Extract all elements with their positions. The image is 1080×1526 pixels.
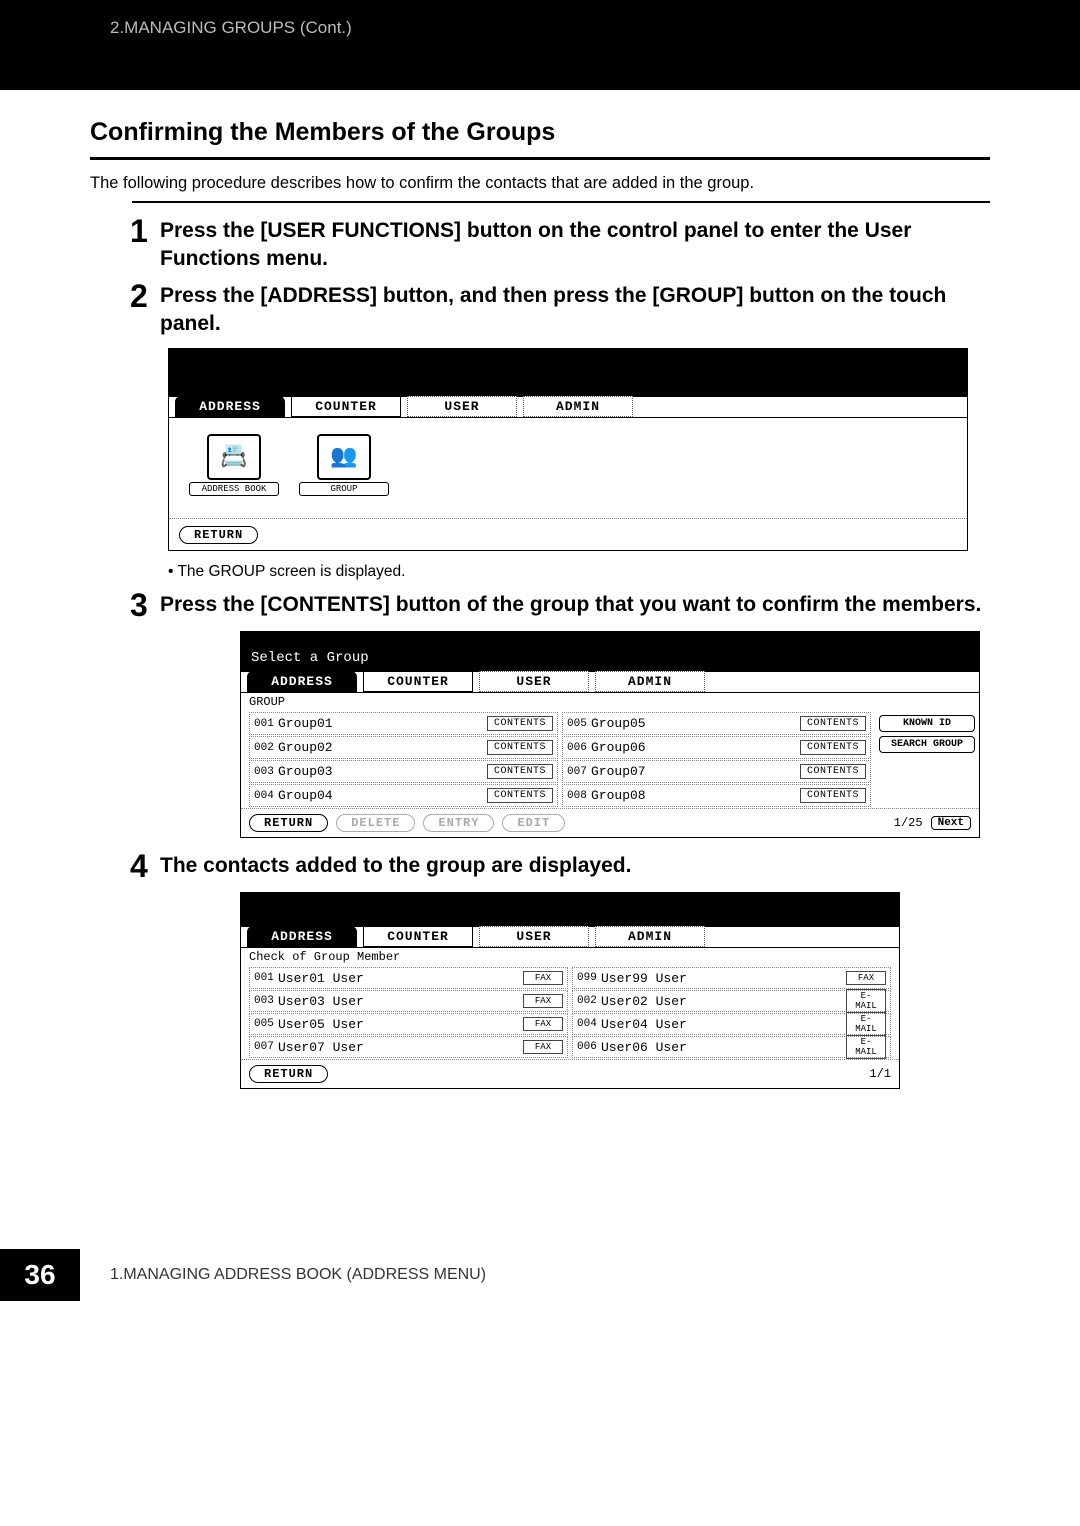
step-number: 2 [130, 280, 160, 339]
member-row: 007User07 UserFAX [249, 1036, 568, 1058]
step-number: 4 [130, 850, 160, 882]
group-row[interactable]: 008Group08CONTENTS [562, 784, 871, 807]
tab-user[interactable]: USER [407, 396, 517, 417]
entry-button[interactable]: ENTRY [423, 814, 494, 832]
screenshot-group-members: ADDRESS COUNTER USER ADMIN Check of Grou… [240, 892, 900, 1089]
tab-bar: ADDRESS COUNTER USER ADMIN [169, 397, 967, 418]
group-row[interactable]: 002Group02CONTENTS [249, 736, 558, 759]
group-row[interactable]: 004Group04CONTENTS [249, 784, 558, 807]
tab-bar: ADDRESS COUNTER USER ADMIN [241, 672, 979, 693]
contents-button[interactable]: CONTENTS [800, 716, 866, 731]
page-indicator: 1/25 [894, 816, 923, 830]
screenshot-select-group: Select a Group ADDRESS COUNTER USER ADMI… [240, 631, 980, 838]
tab-admin[interactable]: ADMIN [595, 926, 705, 947]
intro-text: The following procedure describes how to… [90, 174, 990, 193]
member-row: 002User02 UserE-MAIL [572, 990, 891, 1012]
footer-text: 1.MANAGING ADDRESS BOOK (ADDRESS MENU) [110, 1266, 486, 1284]
group-header-label: GROUP [241, 693, 979, 711]
group-button[interactable]: 👥 GROUP [299, 434, 389, 502]
step-2-note: The GROUP screen is displayed. [168, 563, 990, 581]
step-2: 2 Press the [ADDRESS] button, and then p… [130, 280, 990, 339]
tab-admin[interactable]: ADMIN [523, 396, 633, 417]
group-row[interactable]: 001Group01CONTENTS [249, 712, 558, 735]
known-id-button[interactable]: KNOWN ID [879, 715, 975, 732]
tab-address[interactable]: ADDRESS [247, 671, 357, 692]
screenshot-titlebar [169, 349, 967, 397]
tab-counter[interactable]: COUNTER [363, 926, 473, 947]
return-button[interactable]: RETURN [249, 1065, 328, 1083]
page-number: 36 [0, 1249, 80, 1301]
step-text: Press the [ADDRESS] button, and then pre… [160, 280, 990, 339]
contact-type: FAX [523, 1040, 563, 1054]
tab-counter[interactable]: COUNTER [291, 396, 401, 417]
contact-type: FAX [846, 971, 886, 985]
contents-button[interactable]: CONTENTS [487, 716, 553, 731]
contact-type: E-MAIL [846, 1012, 886, 1036]
contents-button[interactable]: CONTENTS [800, 764, 866, 779]
contents-button[interactable]: CONTENTS [487, 740, 553, 755]
tab-bar: ADDRESS COUNTER USER ADMIN [241, 927, 899, 948]
group-row[interactable]: 006Group06CONTENTS [562, 736, 871, 759]
tab-admin[interactable]: ADMIN [595, 671, 705, 692]
contact-type: FAX [523, 994, 563, 1008]
contents-button[interactable]: CONTENTS [487, 764, 553, 779]
member-row: 006User06 UserE-MAIL [572, 1036, 891, 1058]
step-number: 1 [130, 215, 160, 274]
group-label: GROUP [299, 482, 389, 496]
member-row: 005User05 UserFAX [249, 1013, 568, 1035]
contact-type: E-MAIL [846, 1035, 886, 1059]
edit-button[interactable]: EDIT [502, 814, 565, 832]
divider [90, 157, 990, 160]
step-3: 3 Press the [CONTENTS] button of the gro… [130, 589, 990, 621]
screenshot-title: Select a Group [241, 632, 979, 672]
step-text: Press the [USER FUNCTIONS] button on the… [160, 215, 990, 274]
contact-type: FAX [523, 1017, 563, 1031]
contents-button[interactable]: CONTENTS [800, 788, 866, 803]
step-number: 3 [130, 589, 160, 621]
divider [132, 201, 990, 203]
screenshot-address-group: ADDRESS COUNTER USER ADMIN 📇 ADDRESS BOO… [168, 348, 968, 551]
breadcrumb: 2.MANAGING GROUPS (Cont.) [110, 18, 352, 38]
screenshot-titlebar [241, 893, 899, 927]
section-title: Confirming the Members of the Groups [90, 118, 990, 147]
search-group-button[interactable]: SEARCH GROUP [879, 736, 975, 753]
next-button[interactable]: Next [931, 816, 971, 830]
step-4: 4 The contacts added to the group are di… [130, 850, 990, 882]
group-icon: 👥 [317, 434, 371, 480]
step-text: Press the [CONTENTS] button of the group… [160, 589, 981, 621]
contact-type: FAX [523, 971, 563, 985]
address-book-label: ADDRESS BOOK [189, 482, 279, 496]
tab-user[interactable]: USER [479, 926, 589, 947]
step-text: The contacts added to the group are disp… [160, 850, 631, 882]
tab-counter[interactable]: COUNTER [363, 671, 473, 692]
return-button[interactable]: RETURN [179, 526, 258, 544]
page-footer: 36 1.MANAGING ADDRESS BOOK (ADDRESS MENU… [0, 1249, 1080, 1301]
contact-type: E-MAIL [846, 989, 886, 1013]
group-row[interactable]: 005Group05CONTENTS [562, 712, 871, 735]
tab-address[interactable]: ADDRESS [175, 396, 285, 417]
address-book-icon: 📇 [207, 434, 261, 480]
member-row: 099User99 UserFAX [572, 967, 891, 989]
delete-button[interactable]: DELETE [336, 814, 415, 832]
group-row[interactable]: 003Group03CONTENTS [249, 760, 558, 783]
tab-address[interactable]: ADDRESS [247, 926, 357, 947]
return-button[interactable]: RETURN [249, 814, 328, 832]
member-row: 001User01 UserFAX [249, 967, 568, 989]
contents-button[interactable]: CONTENTS [487, 788, 553, 803]
step-1: 1 Press the [USER FUNCTIONS] button on t… [130, 215, 990, 274]
page-indicator: 1/1 [869, 1067, 891, 1081]
address-book-button[interactable]: 📇 ADDRESS BOOK [189, 434, 279, 502]
contents-button[interactable]: CONTENTS [800, 740, 866, 755]
tab-user[interactable]: USER [479, 671, 589, 692]
member-row: 004User04 UserE-MAIL [572, 1013, 891, 1035]
group-row[interactable]: 007Group07CONTENTS [562, 760, 871, 783]
member-header-label: Check of Group Member [241, 948, 899, 966]
member-row: 003User03 UserFAX [249, 990, 568, 1012]
